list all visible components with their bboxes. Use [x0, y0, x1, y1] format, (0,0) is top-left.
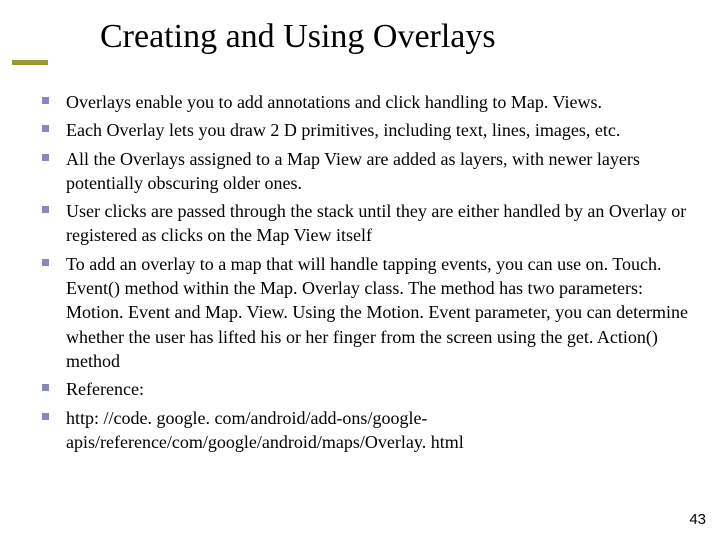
slide-title: Creating and Using Overlays	[100, 18, 496, 56]
bullet-icon	[42, 97, 49, 104]
accent-bar	[12, 60, 48, 65]
bullet-text: Overlays enable you to add annotations a…	[66, 92, 602, 112]
bullet-icon	[42, 206, 49, 213]
list-item: All the Overlays assigned to a Map View …	[38, 147, 690, 196]
bullet-icon	[42, 259, 49, 266]
bullet-icon	[42, 154, 49, 161]
bullet-text: http: //code. google. com/android/add-on…	[66, 408, 464, 452]
slide: Creating and Using Overlays Overlays ena…	[0, 0, 720, 540]
list-item: http: //code. google. com/android/add-on…	[38, 406, 690, 455]
list-item: Overlays enable you to add annotations a…	[38, 90, 690, 114]
list-item: User clicks are passed through the stack…	[38, 199, 690, 248]
content-area: Overlays enable you to add annotations a…	[38, 90, 690, 458]
list-item: Reference:	[38, 377, 690, 401]
list-item: Each Overlay lets you draw 2 D primitive…	[38, 118, 690, 142]
list-item: To add an overlay to a map that will han…	[38, 252, 690, 373]
page-number: 43	[689, 511, 706, 528]
bullet-icon	[42, 384, 49, 391]
bullet-icon	[42, 125, 49, 132]
bullet-text: All the Overlays assigned to a Map View …	[66, 149, 640, 193]
bullet-text: User clicks are passed through the stack…	[66, 201, 686, 245]
bullet-text: Reference:	[66, 379, 144, 399]
bullet-list: Overlays enable you to add annotations a…	[38, 90, 690, 454]
bullet-text: To add an overlay to a map that will han…	[66, 254, 688, 371]
bullet-text: Each Overlay lets you draw 2 D primitive…	[66, 120, 620, 140]
bullet-icon	[42, 413, 49, 420]
